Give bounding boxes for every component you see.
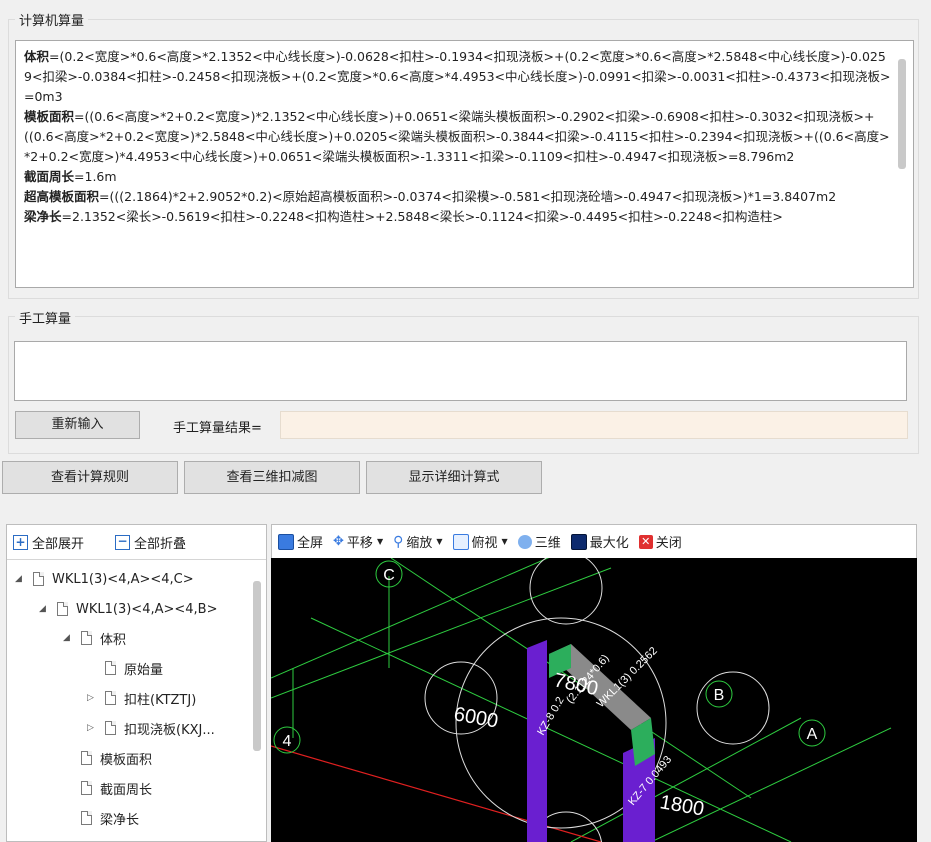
tree-item-original[interactable]: 原始量 <box>87 654 163 682</box>
three-d-button[interactable]: 三维 <box>517 532 561 551</box>
dropdown-arrow-icon: ▼ <box>436 537 443 546</box>
minus-square-icon: − <box>115 535 130 550</box>
manual-calc-input[interactable] <box>14 341 907 401</box>
document-icon <box>57 602 68 616</box>
close-icon: ✕ <box>638 534 653 549</box>
view-3d-deduction-button[interactable]: 查看三维扣减图 <box>184 461 360 494</box>
dropdown-arrow-icon: ▼ <box>376 537 384 546</box>
tree-item-net-length[interactable]: 梁净长 <box>63 804 139 832</box>
tree-item-wkl1-ac[interactable]: ◢ WKL1(3)<4,A><4,C> <box>15 565 194 593</box>
tree-item-volume[interactable]: ◢ 体积 <box>63 624 126 652</box>
computer-calc-group: 计算机算量 体积=(0.2<宽度>*0.6<高度>*2.1352<中心线长度>)… <box>8 10 919 299</box>
calc-line-overheight: 超高模板面积=(((2.1864)*2+2.9052*0.2)<原始超高模板面积… <box>24 189 837 204</box>
column-kz8 <box>527 640 547 842</box>
document-icon <box>81 811 92 825</box>
viewer-toolbar: 全屏 ✥ 平移 ▼ ⚲ 缩放 ▼ 俯视 ▼ 三维 最大化 ✕ 关闭 <box>271 524 917 558</box>
calc-line-net-length: 梁净长=2.1352<梁长>-0.5619<扣柱>-0.2248<扣构造柱>+2… <box>24 209 783 224</box>
document-icon <box>81 631 92 645</box>
collapsed-arrow-icon[interactable]: ▷ <box>87 693 97 703</box>
manual-calc-title: 手工算量 <box>15 308 76 327</box>
fullscreen-icon <box>278 533 294 550</box>
orbit-icon <box>517 534 532 549</box>
calc-line-perimeter: 截面周长=1.6m <box>24 169 117 184</box>
document-icon <box>105 721 116 735</box>
move-arrows-icon: ✥ <box>333 534 344 549</box>
computer-calc-textbox[interactable]: 体积=(0.2<宽度>*0.6<高度>*2.1352<中心线长度>)-0.062… <box>15 40 914 288</box>
close-button[interactable]: ✕ 关闭 <box>638 532 682 551</box>
computer-calc-title: 计算机算量 <box>15 10 89 29</box>
expanded-arrow-icon[interactable]: ◢ <box>63 633 73 643</box>
document-icon <box>81 751 92 765</box>
view-calc-rules-button[interactable]: 查看计算规则 <box>2 461 178 494</box>
document-icon <box>33 572 44 586</box>
axis-label-4: 4 <box>283 733 292 750</box>
zoom-button[interactable]: ⚲ 缩放 ▼ <box>393 532 443 552</box>
tree-panel: + 全部展开 − 全部折叠 ◢ WKL1(3)<4,A><4,C> ◢ WKL1… <box>6 524 267 842</box>
tree-item-deduct-column[interactable]: ▷ 扣柱(KTZTJ) <box>87 684 196 712</box>
collapsed-arrow-icon[interactable]: ▷ <box>87 723 97 733</box>
document-icon <box>81 781 92 795</box>
manual-result-label: 手工算量结果= <box>173 421 262 436</box>
document-icon <box>105 661 116 675</box>
maximize-button[interactable]: 最大化 <box>570 532 629 551</box>
calc-line-volume: 体积=(0.2<宽度>*0.6<高度>*2.1352<中心线长度>)-0.062… <box>24 49 891 104</box>
tree-scrollbar-thumb[interactable] <box>253 581 261 751</box>
fullscreen-button[interactable]: 全屏 <box>278 532 323 551</box>
axis-label-b: B <box>714 687 725 704</box>
tree-item-formwork[interactable]: 模板面积 <box>63 744 152 772</box>
3d-viewport[interactable]: C B A 4 7800 6000 1800 KZ-8 0.2 (2.1124*… <box>271 558 917 842</box>
tree-item-wkl1-ab[interactable]: ◢ WKL1(3)<4,A><4,B> <box>39 595 218 623</box>
tree-toolbar: + 全部展开 − 全部折叠 <box>7 525 266 560</box>
calc-scrollbar-thumb[interactable] <box>898 59 906 169</box>
plus-square-icon: + <box>13 535 28 550</box>
manual-result-field[interactable] <box>280 411 908 439</box>
document-icon <box>105 691 116 705</box>
calc-line-formwork: 模板面积=((0.6<高度>*2+0.2<宽度>)*2.1352<中心线长度>)… <box>24 109 890 164</box>
expanded-arrow-icon[interactable]: ◢ <box>39 604 49 614</box>
expand-all-button[interactable]: + 全部展开 <box>13 533 84 552</box>
tree-item-deduct-slab[interactable]: ▷ 扣现浇板(KXJ... <box>87 714 215 742</box>
computer-calc-text: 体积=(0.2<宽度>*0.6<高度>*2.1352<中心线长度>)-0.062… <box>24 47 892 279</box>
top-view-icon <box>452 533 469 550</box>
reenter-button[interactable]: 重新输入 <box>15 411 140 439</box>
expanded-arrow-icon[interactable]: ◢ <box>15 574 25 584</box>
manual-calc-group: 手工算量 重新输入 手工算量结果= <box>8 308 919 454</box>
pan-button[interactable]: ✥ 平移 ▼ <box>333 532 383 551</box>
axis-label-c: C <box>383 567 395 584</box>
dropdown-arrow-icon: ▼ <box>501 537 508 546</box>
top-view-button[interactable]: 俯视 ▼ <box>452 532 508 551</box>
maximize-icon <box>570 533 587 550</box>
collapse-all-button[interactable]: − 全部折叠 <box>115 533 186 552</box>
show-detail-formula-button[interactable]: 显示详细计算式 <box>366 461 542 494</box>
tree-item-perimeter[interactable]: 截面周长 <box>63 774 152 802</box>
axis-label-a: A <box>807 726 818 743</box>
magnifier-icon: ⚲ <box>393 533 404 550</box>
